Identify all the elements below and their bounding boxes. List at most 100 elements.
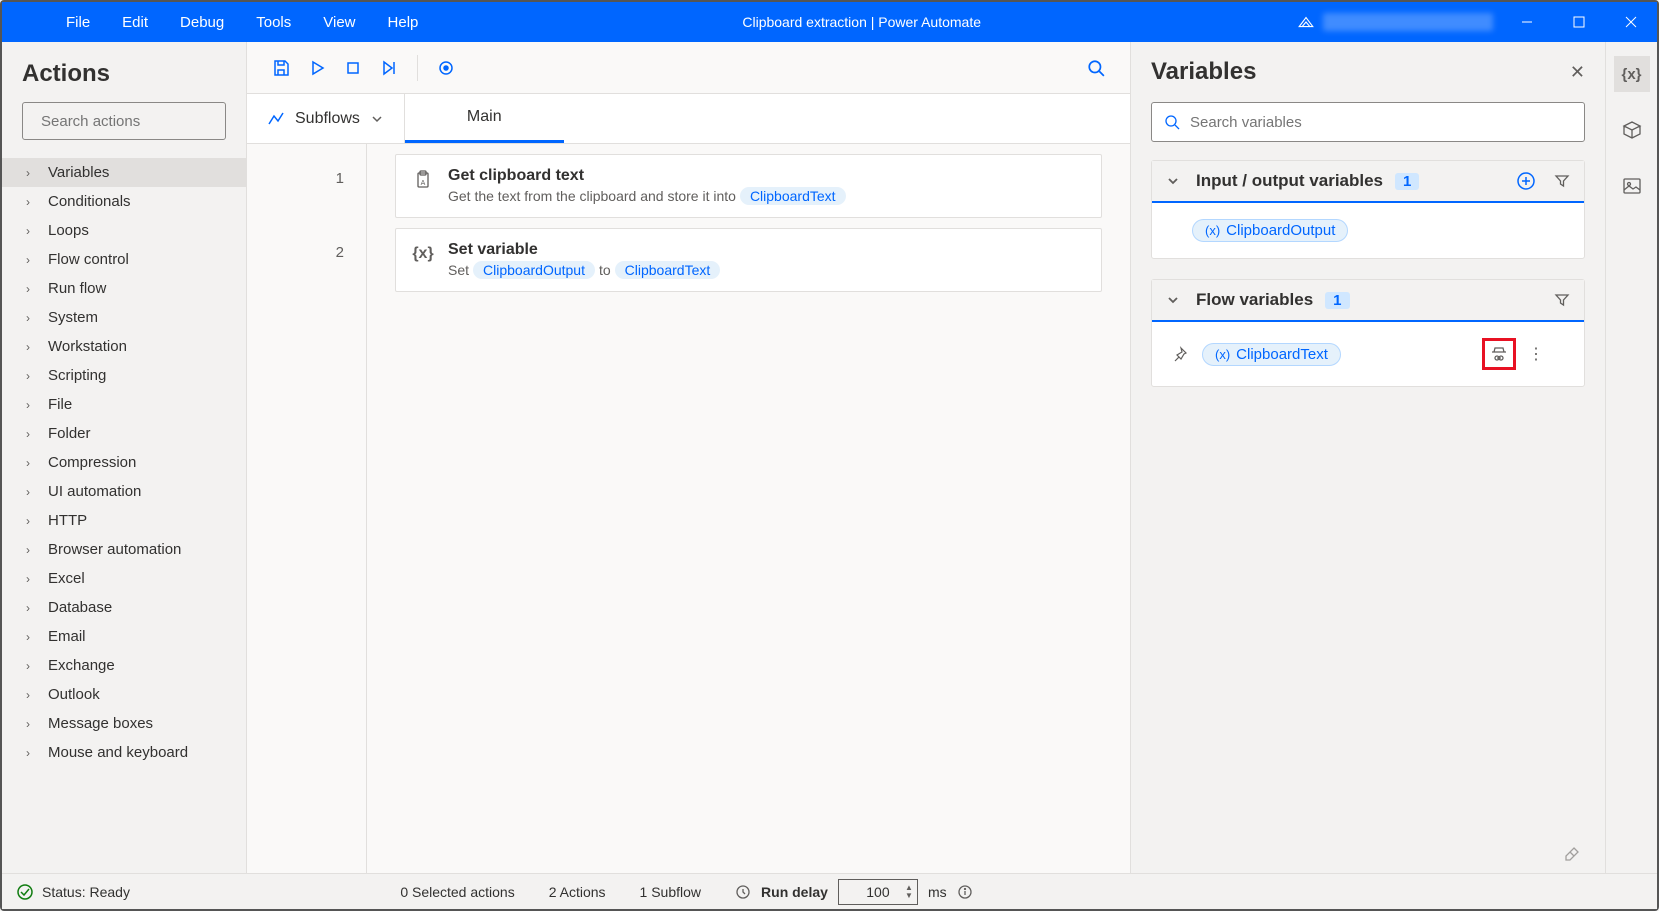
maximize-button[interactable] — [1553, 2, 1605, 42]
variable-pill: ClipboardOutput — [473, 261, 595, 279]
actions-category-list[interactable]: ›Variables ›Conditionals ›Loops ›Flow co… — [2, 154, 246, 873]
category-email[interactable]: ›Email — [2, 622, 246, 651]
category-http[interactable]: ›HTTP — [2, 506, 246, 535]
chevron-right-icon: › — [26, 253, 40, 267]
run-button[interactable] — [299, 50, 335, 86]
chevron-right-icon: › — [26, 688, 40, 702]
more-options-button[interactable]: ⋮ — [1528, 344, 1544, 364]
menu-tools[interactable]: Tools — [240, 14, 307, 31]
chevron-right-icon: › — [26, 630, 40, 644]
save-button[interactable] — [263, 50, 299, 86]
stop-button[interactable] — [335, 50, 371, 86]
category-conditionals[interactable]: ›Conditionals — [2, 187, 246, 216]
variables-search-input[interactable] — [1190, 114, 1572, 131]
menu-view[interactable]: View — [307, 14, 371, 31]
record-button[interactable] — [428, 50, 464, 86]
chevron-right-icon: › — [26, 572, 40, 586]
incognito-icon — [1489, 345, 1509, 363]
step-set-variable[interactable]: {x} Set variable Set ClipboardOutput to … — [395, 228, 1102, 292]
subflow-icon — [267, 110, 285, 128]
run-next-button[interactable] — [371, 50, 407, 86]
account-icon[interactable] — [1289, 2, 1323, 42]
search-icon — [1164, 114, 1180, 130]
chevron-right-icon: › — [26, 224, 40, 238]
editor-toolbar — [247, 42, 1130, 94]
chevron-right-icon: › — [26, 427, 40, 441]
category-workstation[interactable]: ›Workstation — [2, 332, 246, 361]
menu-debug[interactable]: Debug — [164, 14, 240, 31]
add-variable-button[interactable] — [1516, 171, 1536, 191]
category-excel[interactable]: ›Excel — [2, 564, 246, 593]
category-file[interactable]: ›File — [2, 390, 246, 419]
category-ui-automation[interactable]: ›UI automation — [2, 477, 246, 506]
menu-bar: File Edit Debug Tools View Help — [2, 14, 434, 31]
category-scripting[interactable]: ›Scripting — [2, 361, 246, 390]
menu-help[interactable]: Help — [372, 14, 435, 31]
chevron-right-icon: › — [26, 514, 40, 528]
flow-variables-section: Flow variables 1 (x)ClipboardText ⋮ — [1151, 279, 1585, 387]
search-flow-button[interactable] — [1078, 50, 1114, 86]
chevron-right-icon: › — [26, 456, 40, 470]
filter-icon[interactable] — [1554, 173, 1570, 189]
spinner-down-icon[interactable]: ▼ — [905, 892, 913, 900]
steps-area[interactable]: A Get clipboard text Get the text from t… — [367, 144, 1130, 873]
chevron-down-icon[interactable] — [1166, 174, 1180, 188]
variable-chip-clipboardtext[interactable]: (x)ClipboardText — [1202, 343, 1341, 366]
menu-edit[interactable]: Edit — [106, 14, 164, 31]
category-database[interactable]: ›Database — [2, 593, 246, 622]
window-title: Clipboard extraction | Power Automate — [434, 14, 1289, 30]
chevron-right-icon: › — [26, 717, 40, 731]
rail-ui-elements-button[interactable] — [1614, 112, 1650, 148]
rail-images-button[interactable] — [1614, 168, 1650, 204]
io-variables-section: Input / output variables 1 (x)ClipboardO… — [1151, 160, 1585, 259]
status-bar: Status: Ready 0 Selected actions 2 Actio… — [2, 873, 1657, 909]
category-browser-automation[interactable]: ›Browser automation — [2, 535, 246, 564]
clock-icon — [735, 884, 751, 900]
category-variables[interactable]: ›Variables — [2, 158, 246, 187]
tab-main[interactable]: Main — [405, 94, 564, 143]
sensitive-toggle-highlighted[interactable] — [1482, 338, 1516, 370]
variables-header: Variables — [1151, 58, 1256, 86]
chevron-right-icon: › — [26, 398, 40, 412]
right-rail: {x} — [1605, 42, 1657, 873]
variable-pill: ClipboardText — [615, 261, 721, 279]
variable-count-badge: 1 — [1325, 292, 1349, 309]
chevron-right-icon: › — [26, 340, 40, 354]
rail-variables-button[interactable]: {x} — [1614, 56, 1650, 92]
actions-search-input[interactable] — [41, 113, 240, 130]
category-loops[interactable]: ›Loops — [2, 216, 246, 245]
subflows-dropdown[interactable]: Subflows — [247, 94, 405, 143]
actions-search[interactable] — [22, 102, 226, 140]
category-folder[interactable]: ›Folder — [2, 419, 246, 448]
flow-editor: Subflows Main 1 2 A Get clipboard text G — [247, 42, 1130, 873]
close-button[interactable] — [1605, 2, 1657, 42]
minimize-button[interactable] — [1501, 2, 1553, 42]
chevron-down-icon[interactable] — [1166, 293, 1180, 307]
category-mouse-keyboard[interactable]: ›Mouse and keyboard — [2, 738, 246, 767]
variables-search[interactable] — [1151, 102, 1585, 142]
section-title: Flow variables — [1196, 290, 1313, 310]
category-message-boxes[interactable]: ›Message boxes — [2, 709, 246, 738]
category-flow-control[interactable]: ›Flow control — [2, 245, 246, 274]
category-outlook[interactable]: ›Outlook — [2, 680, 246, 709]
variables-panel: Variables ✕ Input / output variables 1 (… — [1130, 42, 1605, 873]
category-system[interactable]: ›System — [2, 303, 246, 332]
step-number: 2 — [336, 244, 344, 261]
category-run-flow[interactable]: ›Run flow — [2, 274, 246, 303]
variable-chip-clipboardoutput[interactable]: (x)ClipboardOutput — [1192, 219, 1348, 242]
menu-file[interactable]: File — [50, 14, 106, 31]
chevron-right-icon: › — [26, 311, 40, 325]
chevron-down-icon — [370, 112, 384, 126]
step-title: Get clipboard text — [448, 167, 1085, 185]
close-panel-button[interactable]: ✕ — [1570, 62, 1585, 83]
chevron-right-icon: › — [26, 746, 40, 760]
category-exchange[interactable]: ›Exchange — [2, 651, 246, 680]
title-bar: File Edit Debug Tools View Help Clipboar… — [2, 2, 1657, 42]
run-delay-input[interactable]: 100 ▲ ▼ — [838, 879, 918, 905]
info-icon[interactable] — [957, 884, 973, 900]
eraser-icon[interactable] — [1563, 845, 1581, 863]
pin-icon[interactable] — [1168, 346, 1192, 362]
category-compression[interactable]: ›Compression — [2, 448, 246, 477]
step-get-clipboard-text[interactable]: A Get clipboard text Get the text from t… — [395, 154, 1102, 218]
filter-icon[interactable] — [1554, 292, 1570, 308]
